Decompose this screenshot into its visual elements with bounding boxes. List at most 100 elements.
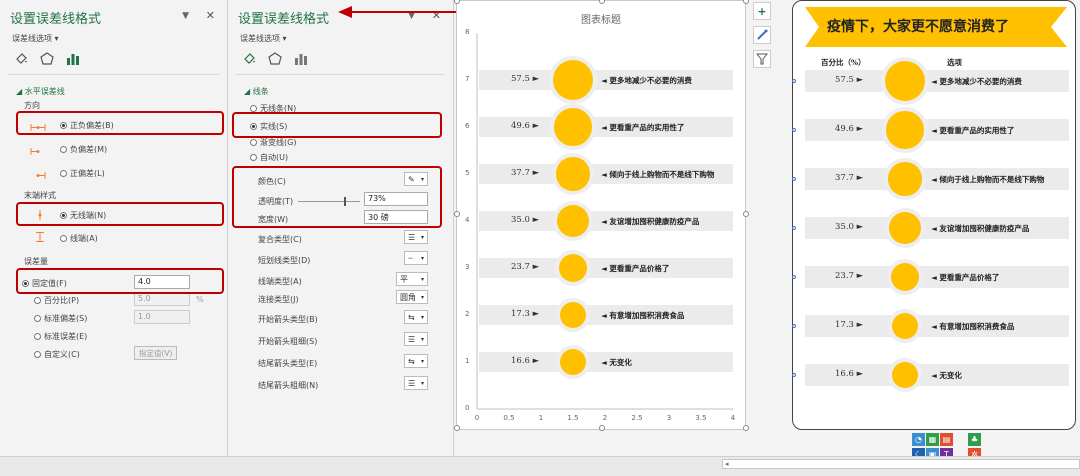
chart-elements-plus-icon[interactable]: +	[753, 2, 771, 20]
radio-custom[interactable]: 自定义(C)	[34, 349, 80, 360]
section-line[interactable]: ◢ 线条	[244, 86, 269, 97]
arrow-size-icon: ☰	[408, 378, 416, 388]
fill-line-tab-icon[interactable]	[14, 52, 28, 66]
data-point[interactable]	[554, 108, 592, 146]
end-arrow-size-label: 结尾箭头粗细(N)	[258, 381, 319, 390]
arrow-size-icon: ☰	[408, 334, 416, 344]
data-point[interactable]	[892, 362, 918, 388]
selection-handle[interactable]	[454, 425, 460, 431]
value-data-label[interactable]: 16.6 ►	[511, 356, 539, 366]
data-point[interactable]	[888, 162, 922, 196]
panel-options-dropdown[interactable]: ▼	[408, 11, 415, 21]
radio-minus[interactable]: 负偏差(M)	[60, 144, 107, 155]
axis-point-marker	[792, 79, 796, 83]
dash-type-dropdown[interactable]: ┅ ▾	[404, 251, 428, 265]
y-tick-label: 2	[465, 310, 470, 318]
chart-styles-brush-icon[interactable]	[753, 26, 771, 44]
infographic-chart[interactable]: 疫情下，大家更不愿意消费了 百分比（%） 选项 57.5 ► ◄ 更多地减少不必要…	[792, 0, 1076, 430]
join-type-dropdown[interactable]: 圆角 ▾	[396, 290, 428, 304]
begin-arrow-type-dropdown[interactable]: ⇆ ▾	[404, 310, 428, 324]
selection-handle[interactable]	[599, 425, 605, 431]
cap-icon	[36, 232, 44, 242]
error-bar-options-dropdown[interactable]: 误差线选项 ▾	[240, 33, 287, 44]
category-data-label[interactable]: ◄ 更多地减少不必要的消费	[601, 75, 692, 86]
close-icon[interactable]: ✕	[206, 9, 215, 22]
radio-standard-deviation[interactable]: 标准偏差(S)	[34, 313, 87, 324]
radio-standard-error[interactable]: 标准误差(E)	[34, 331, 87, 342]
data-point[interactable]	[556, 157, 590, 191]
selection-handle[interactable]	[743, 211, 749, 217]
radio-percentage[interactable]: 百分比(P)	[34, 295, 79, 306]
data-point[interactable]	[890, 262, 920, 292]
effects-tab-icon[interactable]	[268, 52, 282, 66]
radio-gradient-line[interactable]: 渐变线(G)	[250, 137, 296, 148]
scroll-left-icon[interactable]: ◂	[725, 460, 729, 468]
thumb-grid-icon[interactable]: ▤	[940, 433, 953, 446]
x-tick-label: 1.5	[567, 414, 579, 422]
selection-handle[interactable]	[454, 211, 460, 217]
compound-type-label: 复合类型(C)	[258, 235, 302, 244]
value-data-label: 16.6 ►	[835, 369, 864, 379]
value-data-label: 17.3 ►	[835, 320, 864, 330]
category-data-label[interactable]: ◄ 倾向于线上购物而不是线下购物	[601, 169, 714, 180]
panel-title: 设置误差线格式	[238, 12, 330, 27]
radio-plus[interactable]: 正偏差(L)	[60, 168, 105, 179]
dash-type-label: 短划线类型(D)	[258, 256, 311, 265]
data-point[interactable]	[553, 60, 593, 100]
horizontal-scrollbar[interactable]: ◂	[722, 459, 1080, 469]
data-point[interactable]	[558, 253, 588, 283]
bar-chart-options-tab-icon[interactable]	[66, 52, 80, 66]
selection-handle[interactable]	[743, 425, 749, 431]
thumb-chart-icon[interactable]: ◔	[912, 433, 925, 446]
radio-cap[interactable]: 线端(A)	[60, 233, 98, 244]
category-data-label[interactable]: ◄ 更看重产品价格了	[601, 263, 669, 274]
section-horizontal-error-bar[interactable]: ◢ 水平误差线	[16, 86, 65, 97]
thumb-tree-icon[interactable]: ♣	[968, 433, 981, 446]
end-arrow-size-dropdown[interactable]: ☰ ▾	[404, 376, 428, 390]
value-data-label[interactable]: 57.5 ►	[511, 74, 539, 84]
value-data-label[interactable]: 49.6 ►	[511, 121, 539, 131]
value-data-label[interactable]: 23.7 ►	[511, 262, 539, 272]
y-tick-label: 3	[465, 263, 470, 271]
fill-line-tab-icon[interactable]	[242, 52, 256, 66]
compound-type-dropdown[interactable]: ☰ ▾	[404, 230, 428, 244]
radio-automatic[interactable]: 自动(U)	[250, 152, 288, 163]
begin-arrow-size-dropdown[interactable]: ☰ ▾	[404, 332, 428, 346]
data-point[interactable]	[560, 349, 586, 375]
close-icon[interactable]: ✕	[432, 9, 441, 22]
bar-chart-options-tab-icon[interactable]	[294, 52, 308, 66]
direction-label: 方向	[24, 101, 40, 110]
chart-filters-funnel-icon[interactable]	[753, 50, 771, 68]
x-tick-label: 0.5	[503, 414, 515, 422]
value-data-label: 23.7 ►	[835, 271, 864, 281]
thumb-table-icon[interactable]: ▦	[926, 433, 939, 446]
value-data-label[interactable]: 37.7 ►	[511, 168, 539, 178]
highlight-solid-line	[232, 112, 442, 138]
category-data-label[interactable]: ◄ 无变化	[601, 357, 632, 368]
panel-options-dropdown[interactable]: ▼	[182, 11, 189, 21]
end-arrow-type-dropdown[interactable]: ⇆ ▾	[404, 354, 428, 368]
arrow-type-icon: ⇆	[408, 312, 415, 322]
minus-direction-icon	[30, 148, 40, 155]
value-data-label[interactable]: 17.3 ►	[511, 309, 539, 319]
data-point[interactable]	[891, 312, 918, 339]
cap-type-dropdown[interactable]: 平 ▾	[396, 272, 428, 286]
error-bar-options-dropdown[interactable]: 误差线选项 ▾	[12, 33, 59, 44]
data-point[interactable]	[556, 204, 590, 238]
category-data-label[interactable]: ◄ 有意增加囤积消费食品	[601, 310, 684, 321]
selection-handle[interactable]	[743, 0, 749, 4]
data-point[interactable]	[888, 211, 922, 245]
highlight-direction	[16, 111, 224, 135]
data-point[interactable]	[886, 111, 924, 149]
value-data-label[interactable]: 35.0 ►	[511, 215, 539, 225]
data-point[interactable]	[885, 61, 925, 101]
value-data-label: 49.6 ►	[835, 124, 864, 134]
effects-tab-icon[interactable]	[40, 52, 54, 66]
data-point[interactable]	[559, 301, 586, 328]
standard-deviation-input: 1.0	[134, 310, 190, 324]
category-data-label: ◄ 更看重产品的实用性了	[931, 126, 1015, 135]
x-tick-label: 2	[602, 414, 608, 422]
category-data-label[interactable]: ◄ 友谊增加囤积健康防疫产品	[601, 216, 699, 227]
chart-area[interactable]: 图表标题 0 1 2 3 4 5 6 7 8 0 0.5 1 1.5 2 2.5 3 3.5 4 57.5 ► ◄ 更…	[454, 0, 749, 431]
category-data-label[interactable]: ◄ 更看重产品的实用性了	[601, 122, 684, 133]
